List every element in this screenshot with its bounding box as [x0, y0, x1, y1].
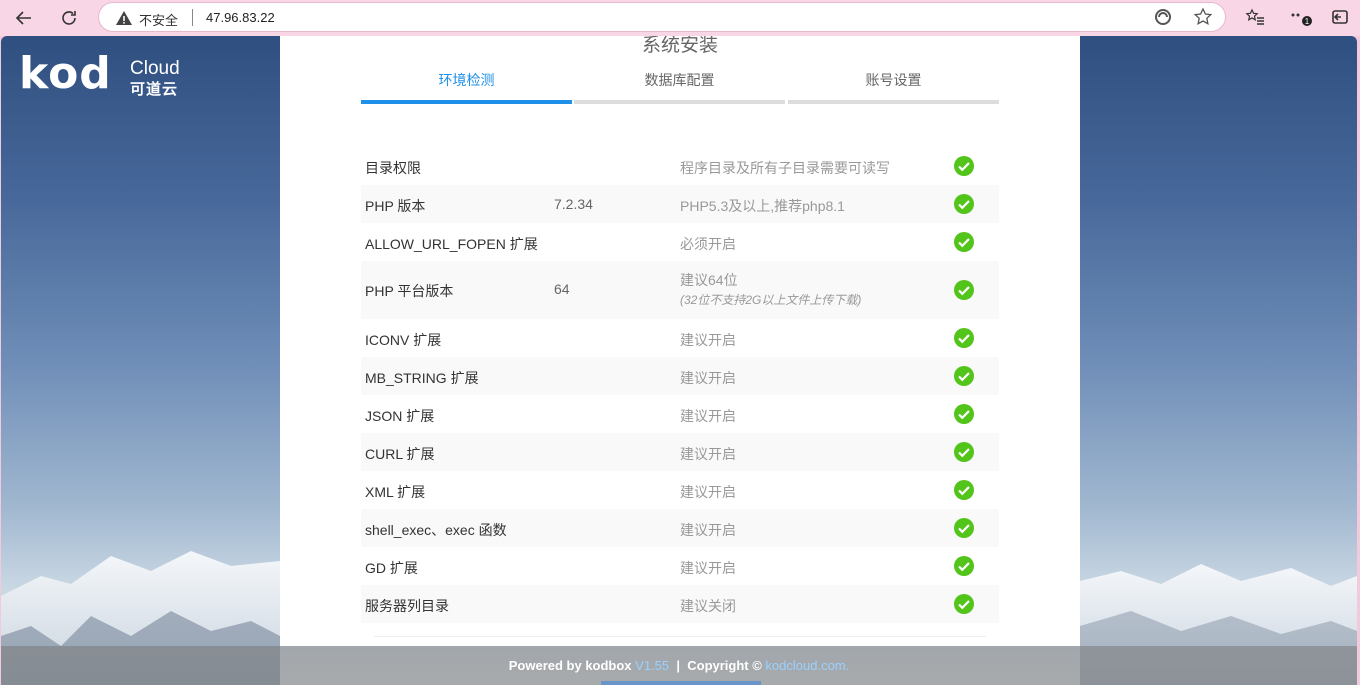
- check-requirement: 必须开启: [680, 236, 736, 252]
- table-row: 服务器列目录 建议关闭: [361, 585, 999, 623]
- step-label: 账号设置: [865, 72, 922, 88]
- env-check-table: 目录权限 程序目录及所有子目录需要可读写 PHP 版本 7.2.34 PHP5.…: [361, 147, 999, 623]
- table-row: JSON 扩展 建议开启: [361, 395, 999, 433]
- check-requirement-note: (32位不支持2G以上文件上传下载): [680, 293, 862, 307]
- check-name: XML 扩展: [365, 484, 426, 500]
- table-row: PHP 版本 7.2.34 PHP5.3及以上,推荐php8.1: [361, 185, 999, 223]
- insecure-label[interactable]: 不安全: [139, 10, 178, 29]
- url-text[interactable]: 47.96.83.22: [206, 10, 275, 25]
- step-progress-bar: [788, 100, 999, 104]
- check-name: PHP 版本: [365, 198, 426, 214]
- arrow-left-icon: [15, 11, 31, 25]
- check-name: 目录权限: [365, 160, 421, 176]
- panel-divider: [374, 636, 986, 637]
- check-ok-icon: [954, 556, 974, 576]
- check-name: ALLOW_URL_FOPEN 扩展: [365, 236, 538, 252]
- check-name: MB_STRING 扩展: [365, 370, 479, 386]
- check-requirement: 建议关闭: [680, 598, 736, 614]
- check-ok-icon: [954, 518, 974, 538]
- sidebar-toggle-button[interactable]: [1327, 4, 1353, 30]
- step-account[interactable]: 账号设置: [788, 68, 999, 104]
- table-row: XML 扩展 建议开启: [361, 471, 999, 509]
- check-ok-icon: [954, 194, 974, 214]
- check-name: CURL 扩展: [365, 446, 435, 462]
- table-row: CURL 扩展 建议开启: [361, 433, 999, 471]
- table-row: PHP 平台版本 64 建议64位 (32位不支持2G以上文件上传下载): [361, 261, 999, 319]
- extensions-button[interactable]: 1: [1287, 4, 1313, 30]
- check-value: 64: [554, 281, 570, 297]
- step-progress-bar: [361, 100, 572, 104]
- back-button[interactable]: [10, 4, 38, 32]
- table-row: ALLOW_URL_FOPEN 扩展 必须开启: [361, 223, 999, 261]
- step-label: 数据库配置: [644, 72, 715, 88]
- check-name: shell_exec、exec 函数: [365, 522, 507, 538]
- table-row: ICONV 扩展 建议开启: [361, 319, 999, 357]
- check-name: JSON 扩展: [365, 408, 435, 424]
- check-name: ICONV 扩展: [365, 332, 442, 348]
- check-ok-icon: [954, 404, 974, 424]
- check-ok-icon: [954, 280, 974, 300]
- table-row: MB_STRING 扩展 建议开启: [361, 357, 999, 395]
- check-ok-icon: [954, 594, 974, 614]
- footer-powered: Powered by kodbox: [508, 658, 636, 673]
- sidebar-exit-icon: [1332, 10, 1348, 24]
- check-ok-icon: [954, 232, 974, 252]
- table-row: GD 扩展 建议开启: [361, 547, 999, 585]
- reload-icon: [62, 11, 76, 25]
- notification-badge: 1: [1305, 17, 1310, 26]
- check-requirement: 建议开启: [680, 484, 736, 500]
- check-requirement: 程序目录及所有子目录需要可读写: [680, 160, 890, 176]
- check-requirement: 建议开启: [680, 370, 736, 386]
- check-requirement: 建议64位: [680, 272, 738, 288]
- table-row: shell_exec、exec 函数 建议开启: [361, 509, 999, 547]
- footer-scroll-indicator: [601, 681, 761, 685]
- check-requirement: PHP5.3及以上,推荐php8.1: [680, 198, 845, 214]
- footer-version-link[interactable]: V1.55: [635, 658, 669, 673]
- check-name: PHP 平台版本: [365, 283, 454, 299]
- check-ok-icon: [954, 442, 974, 462]
- warning-icon[interactable]: [115, 9, 133, 27]
- logo-cloud-text: Cloud: [130, 58, 180, 79]
- logo-kod-text: kod: [19, 48, 112, 99]
- logo-chinese-text: 可道云: [130, 81, 179, 98]
- check-requirement: 建议开启: [680, 332, 736, 348]
- footer-dot: .: [845, 658, 850, 673]
- check-ok-icon: [954, 156, 974, 176]
- check-ok-icon: [954, 366, 974, 386]
- check-requirement: 建议开启: [680, 408, 736, 424]
- more-icon: 1: [1291, 13, 1312, 26]
- check-name: 服务器列目录: [365, 598, 449, 614]
- check-ok-icon: [954, 480, 974, 500]
- check-requirement: 建议开启: [680, 522, 736, 538]
- page-background: kod Cloud 可道云 系统安装 环境检测 数据库配置 账号设置 目录权限: [1, 36, 1357, 685]
- favorite-star-icon[interactable]: [1193, 7, 1213, 27]
- check-name: GD 扩展: [365, 560, 418, 576]
- step-env-check[interactable]: 环境检测: [361, 68, 572, 104]
- footer-site-link[interactable]: kodcloud.com: [765, 658, 845, 673]
- table-row: 目录权限 程序目录及所有子目录需要可读写: [361, 147, 999, 185]
- address-bar[interactable]: 不安全 47.96.83.22: [98, 2, 1226, 32]
- page-footer: Powered by kodbox V1.55 | Copyright © ko…: [1, 646, 1357, 685]
- step-progress-bar: [574, 100, 785, 104]
- footer-separator: |: [669, 658, 688, 673]
- step-db-config[interactable]: 数据库配置: [574, 68, 785, 104]
- favorites-button[interactable]: [1242, 4, 1268, 30]
- check-value: 7.2.34: [554, 196, 593, 212]
- check-ok-icon: [954, 328, 974, 348]
- browser-toolbar: 不安全 47.96.83.22 1: [0, 0, 1360, 36]
- install-panel: 系统安装 环境检测 数据库配置 账号设置 目录权限 程序目录及所有子目录需要可读…: [280, 36, 1080, 646]
- step-label: 环境检测: [438, 72, 495, 88]
- check-requirement: 建议开启: [680, 446, 736, 462]
- install-steps: 环境检测 数据库配置 账号设置: [361, 68, 999, 104]
- reload-button[interactable]: [55, 4, 83, 32]
- favorites-list-icon: [1245, 8, 1264, 25]
- footer-copyright: Copyright ©: [687, 658, 766, 673]
- edge-immersive-icon[interactable]: [1153, 7, 1173, 27]
- check-requirement: 建议开启: [680, 560, 736, 576]
- page-title: 系统安装: [641, 36, 718, 56]
- address-divider: [192, 9, 193, 26]
